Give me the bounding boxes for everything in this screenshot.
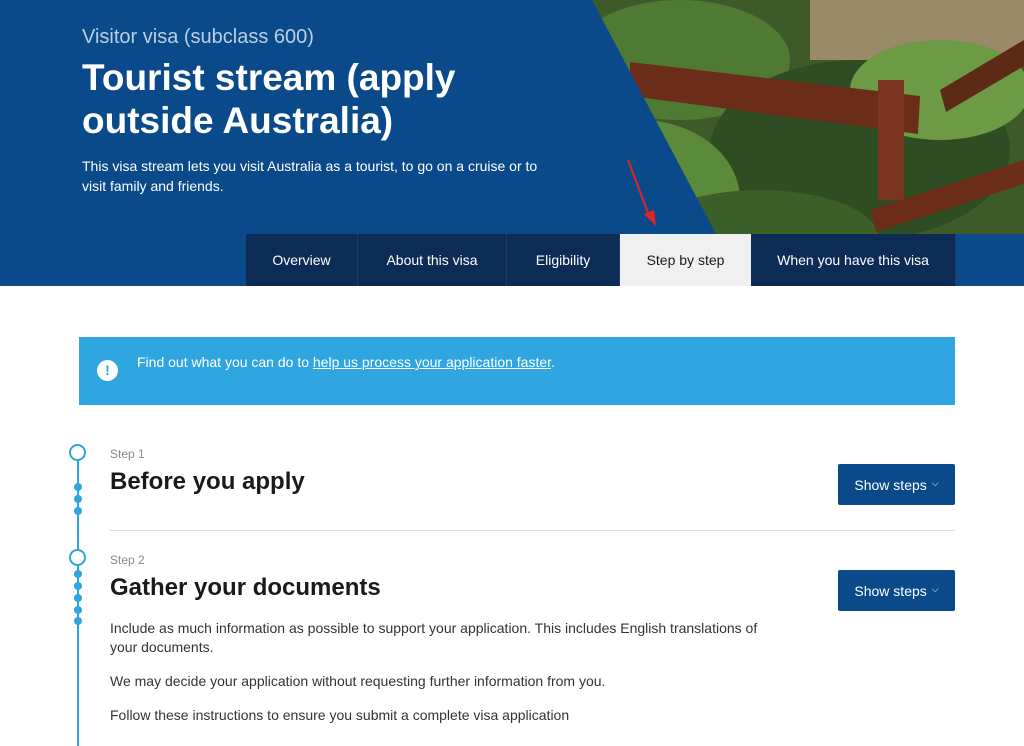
page-tabs: Overview About this visa Eligibility Ste… [246,234,956,286]
chevron-down-icon: ⌵ [931,584,939,594]
timeline-dot [74,483,82,491]
page-description: This visa stream lets you visit Australi… [82,158,538,194]
timeline-dot [74,570,82,578]
info-banner: ! Find out what you can do to help us pr… [79,337,955,405]
tab-overview[interactable]: Overview [246,234,358,286]
timeline-dot [74,507,82,515]
red-arrow-annotation [627,159,656,226]
tab-when-you-have-this-visa[interactable]: When you have this visa [751,234,956,286]
banner-suffix: . [551,354,555,370]
step-1-label: Step 1 [110,447,145,461]
step-2-marker [69,549,86,566]
banner-prefix: Find out what you can do to [137,354,313,370]
tab-eligibility[interactable]: Eligibility [507,234,620,286]
step-2-show-steps-button[interactable]: Show steps ⌵ [838,570,955,611]
hero-banner: Visitor visa (subclass 600) Tourist stre… [0,0,1024,286]
process-faster-link[interactable]: help us process your application faster [313,354,551,370]
exclamation-icon: ! [97,360,118,381]
tab-step-by-step[interactable]: Step by step [620,234,751,286]
step-2-paragraph: Include as much information as possible … [110,620,758,655]
step-1-marker [69,444,86,461]
step-2-title: Gather your documents [110,574,381,601]
timeline-dot [74,495,82,503]
show-steps-label: Show steps [854,582,927,599]
visa-subclass-label: Visitor visa (subclass 600) [82,26,314,48]
step-1-show-steps-button[interactable]: Show steps ⌵ [838,464,955,505]
step-2-paragraph: Follow these instructions to ensure you … [110,707,570,723]
timeline-dot [74,594,82,602]
step-2-label: Step 2 [110,553,145,567]
tab-about-this-visa[interactable]: About this visa [358,234,507,286]
timeline-dot [74,582,82,590]
show-steps-label: Show steps [854,476,927,493]
timeline-dot [74,617,82,625]
page-title: Tourist stream (apply outside Australia) [82,57,456,141]
banner-text: Find out what you can do to help us proc… [137,353,555,371]
step-divider [110,530,955,531]
step-2-paragraph: We may decide your application without r… [110,673,606,689]
step-1-title: Before you apply [110,468,305,495]
timeline-dot [74,606,82,614]
chevron-down-icon: ⌵ [931,478,939,488]
